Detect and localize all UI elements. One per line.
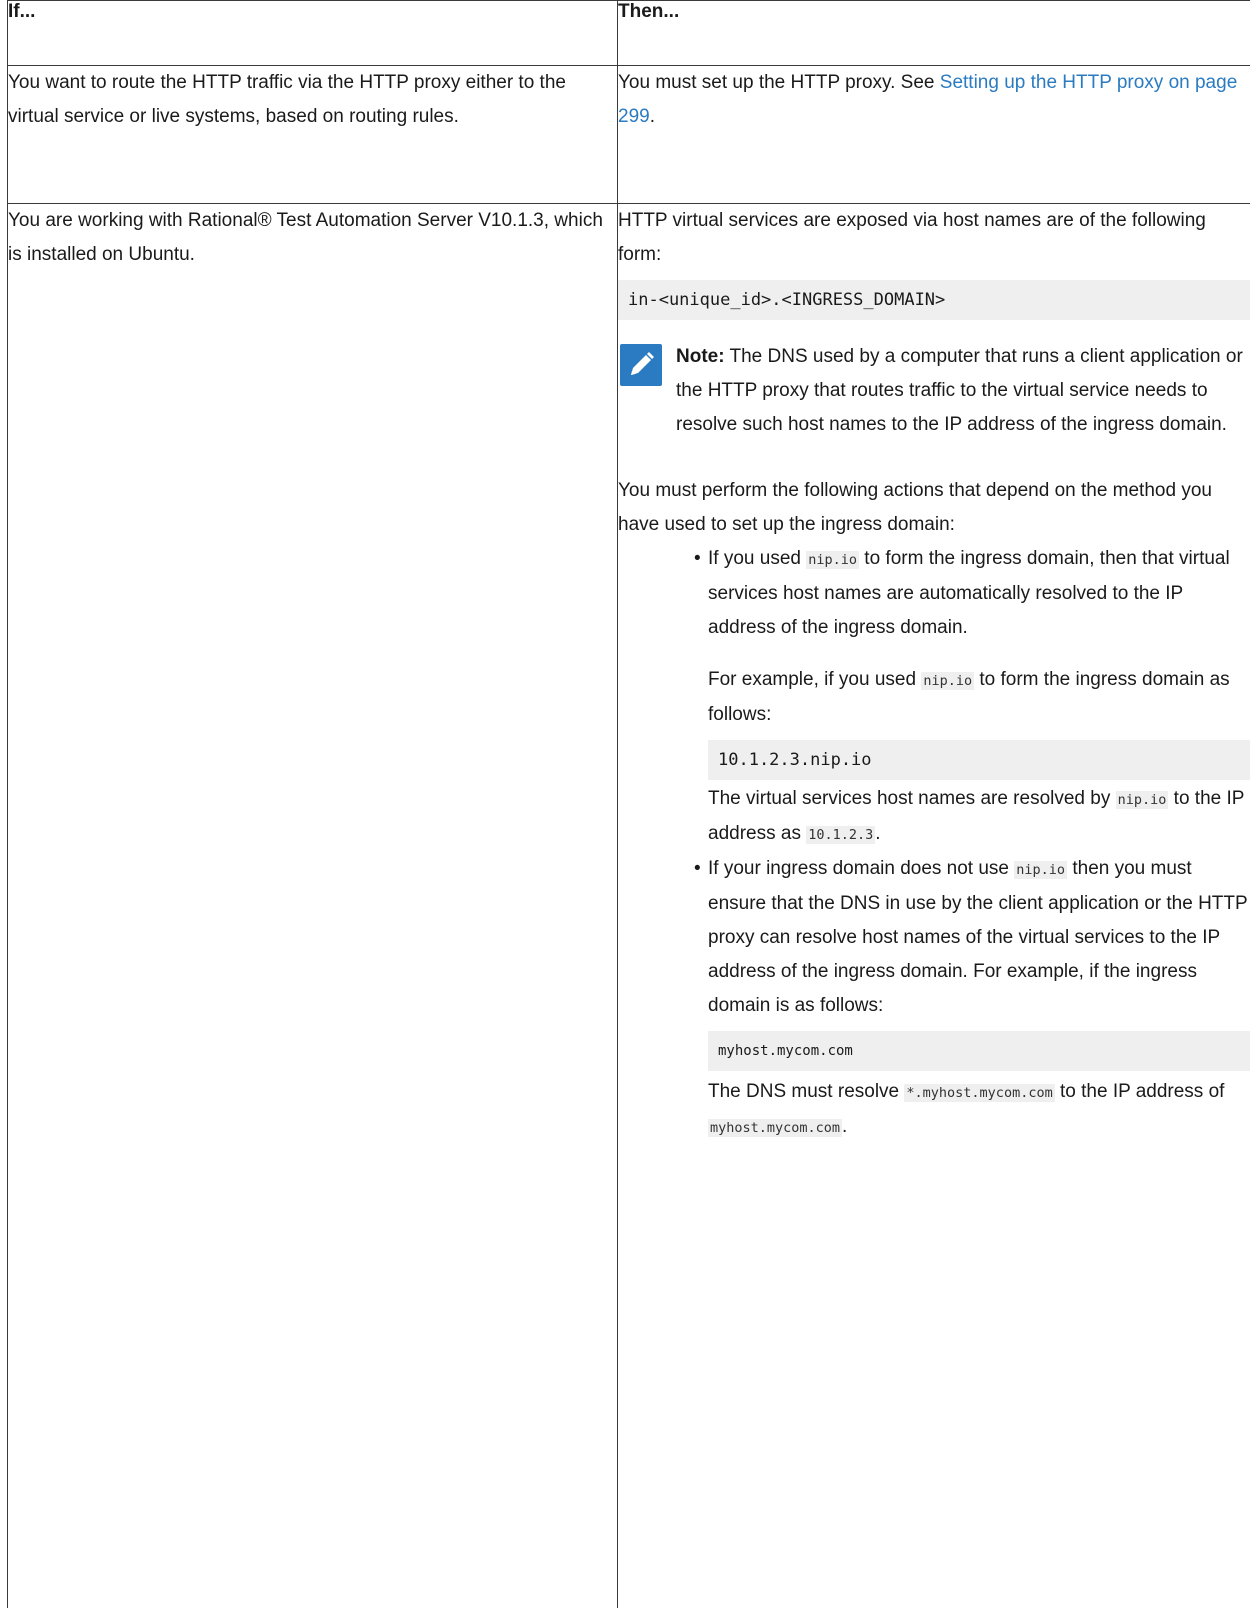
table-row: You want to route the HTTP traffic via t… [8,66,1250,204]
document-page: If... Then... You want to route the HTTP… [0,0,1250,1606]
bullet-dot-icon: • [694,852,701,886]
b2-text-2: then you must ensure that the DNS in use… [708,858,1247,1016]
header-then: Then... [618,1,1250,66]
b1-example-text: For example, if you used [708,669,921,690]
row1-if-cell: You want to route the HTTP traffic via t… [8,66,618,204]
bullet-dot-icon: • [694,542,701,576]
if-then-table: If... Then... You want to route the HTTP… [7,0,1250,1608]
b2-result-text-2: to the IP address of [1055,1081,1225,1102]
b1-text: If you used [708,548,806,569]
nip-example-code: 10.1.2.3.nip.io [708,740,1250,780]
row1-then-cell: You must set up the HTTP proxy. See Sett… [618,66,1250,204]
host-form-code: in-<unique_id>.<INGRESS_DOMAIN> [618,280,1250,320]
note-block: Note: The DNS used by a computer that ru… [618,340,1250,442]
table-header-row: If... Then... [8,1,1250,66]
list-item: • If your ingress domain does not use ni… [694,852,1250,1145]
b1-result-code: nip.io [1116,791,1169,809]
b1-example-code: nip.io [921,672,974,690]
row2-intro: HTTP virtual services are exposed via ho… [618,204,1250,272]
b1-result-ip: 10.1.2.3 [806,826,875,844]
actions-intro: You must perform the following actions t… [618,474,1250,542]
b2-code: nip.io [1014,861,1067,879]
b1-result-text-3: . [875,823,880,844]
list-item: • If you used nip.io to form the ingress… [694,542,1250,852]
b2-result-code: *.myhost.mycom.com [904,1084,1054,1102]
b2-result: The DNS must resolve *.myhost.mycom.com … [708,1075,1250,1145]
row1-if-text: You want to route the HTTP traffic via t… [8,72,566,127]
b2-result-text: The DNS must resolve [708,1081,904,1102]
row2-if-cell: You are working with Rational® Test Auto… [8,204,618,1608]
myhost-example-code: myhost.mycom.com [708,1031,1250,1071]
actions-list: • If you used nip.io to form the ingress… [618,542,1250,1145]
pencil-note-icon [620,344,662,386]
b1-code: nip.io [806,551,859,569]
note-text: The DNS used by a computer that runs a c… [676,346,1243,435]
b2-result-host: myhost.mycom.com [708,1119,842,1137]
b2-result-text-3: . [842,1116,847,1137]
row2-if-text: You are working with Rational® Test Auto… [8,210,603,265]
b1-result: The virtual services host names are reso… [708,782,1250,852]
header-if: If... [8,1,618,66]
row2-then-cell: HTTP virtual services are exposed via ho… [618,204,1250,1608]
table-row: You are working with Rational® Test Auto… [8,204,1250,1608]
b2-text: If your ingress domain does not use [708,858,1014,879]
row1-then-prefix: You must set up the HTTP proxy. See [618,72,940,93]
b1-example: For example, if you used nip.io to form … [708,663,1250,732]
row1-then-suffix: . [650,106,655,127]
note-label: Note: [676,346,725,367]
b1-result-text: The virtual services host names are reso… [708,788,1116,809]
